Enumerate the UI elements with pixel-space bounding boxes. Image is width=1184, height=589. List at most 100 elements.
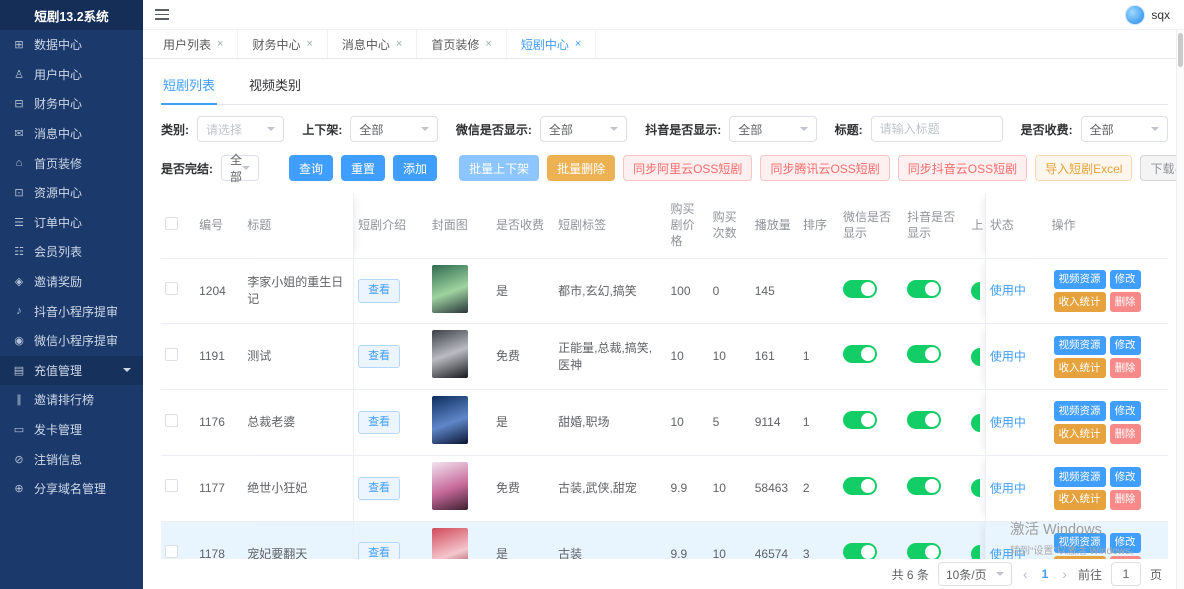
delete-button[interactable]: 删除 (1110, 292, 1141, 312)
sidebar-item-label: 资源中心 (34, 184, 82, 201)
douyin-display-toggle[interactable] (907, 411, 941, 429)
sidebar-item-finance-center[interactable]: ⊟ 财务中心 (0, 89, 143, 119)
view-intro-button[interactable]: 查看 (358, 411, 400, 434)
sidebar-item-data-center[interactable]: ⊞ 数据中心 (0, 30, 143, 60)
close-icon[interactable]: × (575, 38, 581, 50)
sync-douyin-oss-button[interactable]: 同步抖音云OSS短剧 (898, 155, 1027, 181)
cell-title: 测试 (243, 324, 353, 390)
sidebar-item-home-decoration[interactable]: ⌂ 首页装修 (0, 148, 143, 178)
sidebar-item-wechat-review[interactable]: ◉ 微信小程序提审 (0, 326, 143, 356)
delete-button[interactable]: 删除 (1110, 358, 1141, 378)
fee-select[interactable]: 全部 (1081, 116, 1168, 142)
view-intro-button[interactable]: 查看 (358, 345, 400, 368)
sidebar-item-douyin-review[interactable]: ♪ 抖音小程序提审 (0, 296, 143, 326)
wechat-display-select[interactable]: 全部 (540, 116, 627, 142)
view-intro-button[interactable]: 查看 (358, 477, 400, 500)
close-icon[interactable]: × (217, 38, 223, 50)
delete-button[interactable]: 删除 (1110, 424, 1141, 444)
goto-page-input[interactable] (1111, 562, 1141, 586)
open-tabs-bar: 用户列表 × 财务中心 × 消息中心 × 首页装修 × 短剧中心 × (143, 30, 1184, 59)
douyin-display-toggle[interactable] (907, 345, 941, 363)
edit-button[interactable]: 修改 (1110, 533, 1141, 553)
sidebar-item-order-center[interactable]: ☰ 订单中心 (0, 208, 143, 238)
wechat-display-toggle[interactable] (843, 345, 877, 363)
scrollbar-thumb[interactable] (1178, 33, 1183, 67)
sidebar-item-invite-ranking[interactable]: ∥ 邀请排行榜 (0, 385, 143, 415)
finished-select[interactable]: 全部 (221, 155, 259, 181)
edit-button[interactable]: 修改 (1110, 401, 1141, 421)
wechat-display-toggle[interactable] (843, 411, 877, 429)
row-checkbox[interactable] (165, 479, 178, 492)
category-select[interactable]: 请选择 (197, 116, 284, 142)
douyin-display-toggle[interactable] (907, 477, 941, 495)
batch-shelf-button[interactable]: 批量上下架 (459, 155, 539, 181)
user-box[interactable]: sqx (1125, 5, 1170, 25)
video-resource-button[interactable]: 视频资源 (1054, 533, 1106, 553)
menu-toggle-button[interactable] (155, 9, 169, 20)
income-stat-button[interactable]: 收入统计 (1054, 490, 1106, 510)
edit-button[interactable]: 修改 (1110, 270, 1141, 290)
next-page-button[interactable]: › (1060, 566, 1069, 582)
import-excel-button[interactable]: 导入短剧Excel (1035, 155, 1132, 181)
col-plays: 播放量 (751, 193, 799, 258)
close-icon[interactable]: × (396, 38, 402, 50)
cell-buy-count: 10 (709, 324, 751, 390)
sidebar-item-recharge-management[interactable]: ▤ 充值管理 (0, 356, 143, 386)
wechat-display-toggle[interactable] (843, 280, 877, 298)
cell-tags: 正能量,总裁,搞笑,医神 (554, 324, 666, 390)
row-checkbox[interactable] (165, 414, 178, 427)
delete-button[interactable]: 删除 (1110, 490, 1141, 510)
sync-tencent-oss-button[interactable]: 同步腾讯云OSS短剧 (760, 155, 889, 181)
douyin-display-select[interactable]: 全部 (729, 116, 816, 142)
vertical-scrollbar[interactable] (1176, 30, 1184, 589)
view-intro-button[interactable]: 查看 (358, 279, 400, 302)
sidebar-item-domain-management[interactable]: ⊕ 分享域名管理 (0, 474, 143, 504)
order-center-icon: ☰ (12, 216, 26, 229)
prev-page-button[interactable]: ‹ (1021, 566, 1030, 582)
close-icon[interactable]: × (306, 38, 312, 50)
add-button[interactable]: 添加 (393, 155, 437, 181)
sidebar-item-member-list[interactable]: ☷ 会员列表 (0, 237, 143, 267)
page-number[interactable]: 1 (1039, 567, 1052, 581)
sidebar-item-resource-center[interactable]: ⊡ 资源中心 (0, 178, 143, 208)
search-button[interactable]: 查询 (289, 155, 333, 181)
tab-home-decoration[interactable]: 首页装修 × (417, 30, 506, 58)
close-icon[interactable]: × (485, 38, 491, 50)
income-stat-button[interactable]: 收入统计 (1054, 358, 1106, 378)
tab-drama-center[interactable]: 短剧中心 × (507, 30, 596, 58)
edit-button[interactable]: 修改 (1110, 336, 1141, 356)
video-resource-button[interactable]: 视频资源 (1054, 336, 1106, 356)
video-resource-button[interactable]: 视频资源 (1054, 270, 1106, 290)
video-resource-button[interactable]: 视频资源 (1054, 467, 1106, 487)
chevron-down-icon (123, 368, 131, 372)
shelf-select[interactable]: 全部 (350, 116, 437, 142)
row-checkbox[interactable] (165, 545, 178, 558)
tab-drama-list[interactable]: 短剧列表 (161, 69, 217, 105)
sidebar-item-message-center[interactable]: ✉ 消息中心 (0, 119, 143, 149)
category-label: 类别: (161, 121, 189, 138)
edit-button[interactable]: 修改 (1110, 467, 1141, 487)
sync-aliyun-oss-button[interactable]: 同步阿里云OSS短剧 (623, 155, 752, 181)
sidebar-item-user-center[interactable]: ♙ 用户中心 (0, 60, 143, 90)
row-checkbox[interactable] (165, 282, 178, 295)
batch-delete-button[interactable]: 批量删除 (547, 155, 615, 181)
douyin-display-toggle[interactable] (907, 280, 941, 298)
title-input[interactable] (871, 116, 1003, 142)
username: sqx (1151, 8, 1170, 22)
wechat-display-toggle[interactable] (843, 477, 877, 495)
sidebar-item-invite-reward[interactable]: ◈ 邀请奖励 (0, 267, 143, 297)
sidebar-item-card-management[interactable]: ▭ 发卡管理 (0, 415, 143, 445)
tab-video-category[interactable]: 视频类别 (247, 69, 303, 104)
tab-finance-center[interactable]: 财务中心 × (238, 30, 327, 58)
sidebar-item-logout-info[interactable]: ⊘ 注销信息 (0, 444, 143, 474)
reset-button[interactable]: 重置 (341, 155, 385, 181)
tab-user-list[interactable]: 用户列表 × (149, 30, 238, 58)
income-stat-button[interactable]: 收入统计 (1054, 424, 1106, 444)
filter-row-1: 类别: 请选择 上下架: 全部 微信是否显示: 全部 抖音是否显示: 全部 (161, 105, 1168, 144)
select-all-checkbox[interactable] (165, 217, 178, 230)
video-resource-button[interactable]: 视频资源 (1054, 401, 1106, 421)
row-checkbox[interactable] (165, 348, 178, 361)
income-stat-button[interactable]: 收入统计 (1054, 292, 1106, 312)
tab-message-center[interactable]: 消息中心 × (328, 30, 417, 58)
page-size-select[interactable]: 10条/页 (938, 562, 1012, 586)
